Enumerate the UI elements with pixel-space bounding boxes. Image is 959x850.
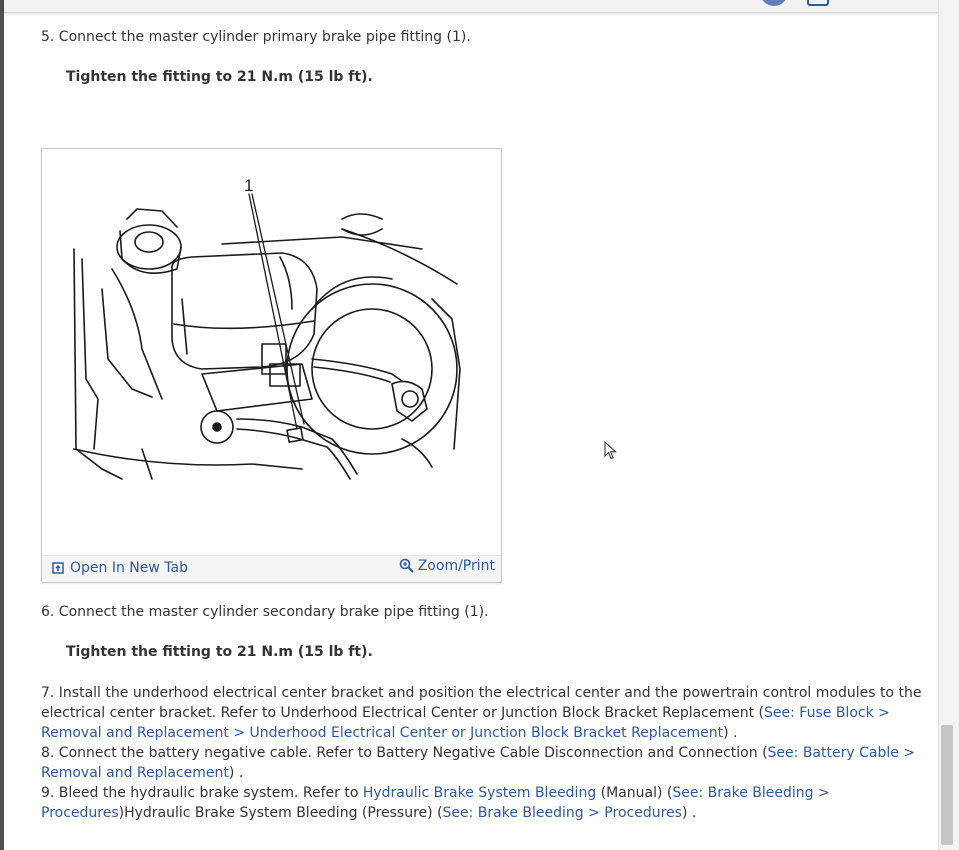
- step-9-text: 9. Bleed the hydraulic brake system. Ref…: [41, 785, 363, 801]
- step-8-text: 8. Connect the battery negative cable. R…: [41, 745, 768, 761]
- mouse-cursor-icon: [604, 441, 617, 460]
- step-5-torque: Tighten the fitting to 21 N.m (15 lb ft)…: [66, 69, 373, 85]
- window-left-edge: [0, 0, 4, 850]
- step-5-text: 5. Connect the master cylinder primary b…: [41, 29, 471, 45]
- step-9: 9. Bleed the hydraulic brake system. Ref…: [41, 783, 926, 823]
- callout-number: 1: [244, 176, 253, 195]
- toolbar-circle-button[interactable]: [760, 0, 788, 6]
- step-8: 8. Connect the battery negative cable. R…: [41, 743, 926, 783]
- figure-panel: 1 Open In New Tab Zoom/Print: [41, 148, 502, 583]
- open-tab-icon: [52, 562, 64, 574]
- step-9-link-procedures-2[interactable]: See: Brake Bleeding > Procedures: [443, 805, 682, 821]
- open-in-new-tab-label: Open In New Tab: [70, 560, 188, 576]
- zoom-print-link[interactable]: Zoom/Print: [399, 558, 495, 574]
- zoom-print-label: Zoom/Print: [417, 558, 495, 574]
- top-toolbar: [4, 0, 938, 13]
- search-icon[interactable]: [807, 0, 829, 6]
- brake-illustration: 1: [73, 176, 461, 480]
- step-9-mid2: )Hydraulic Brake System Bleeding (Pressu…: [118, 805, 443, 821]
- figure-footer: Open In New Tab Zoom/Print: [42, 555, 501, 582]
- step-9-mid1: (Manual) (: [596, 785, 673, 801]
- zoom-icon: [399, 558, 414, 573]
- scrollbar-track[interactable]: [938, 0, 959, 850]
- step-6-text: 6. Connect the master cylinder secondary…: [41, 604, 489, 620]
- step-7: 7. Install the underhood electrical cent…: [41, 683, 926, 743]
- step-6-torque: Tighten the fitting to 21 N.m (15 lb ft)…: [66, 644, 373, 660]
- scrollbar-thumb[interactable]: [941, 725, 953, 845]
- open-in-new-tab-link[interactable]: Open In New Tab: [52, 560, 188, 576]
- step-9-link-bleeding[interactable]: Hydraulic Brake System Bleeding: [363, 785, 596, 801]
- step-8-tail: ) .: [228, 765, 244, 781]
- step-7-tail: ) .: [723, 725, 738, 741]
- step-9-tail: ) .: [681, 805, 697, 821]
